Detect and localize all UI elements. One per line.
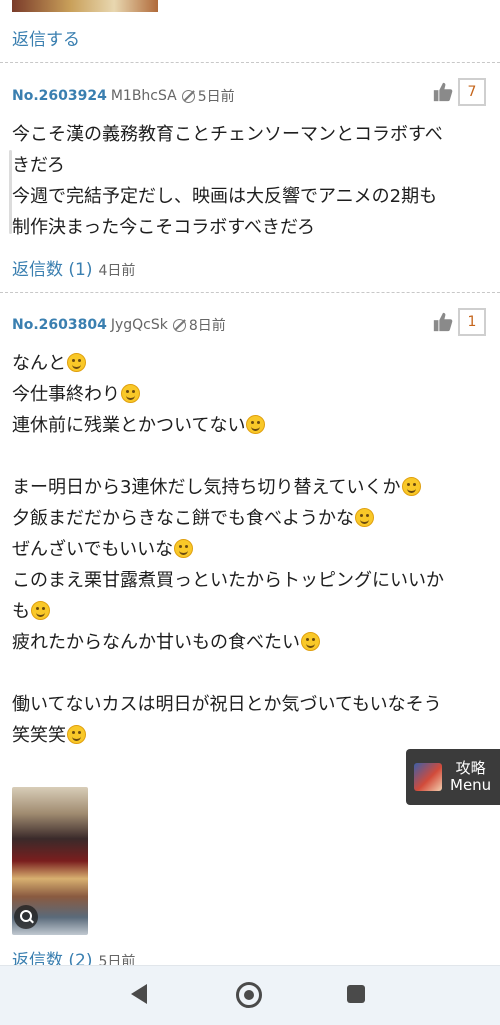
user-id: M1BhcSA: [110, 88, 177, 104]
like-widget[interactable]: 7: [432, 78, 486, 106]
reply-age: 4日前: [98, 263, 136, 279]
smile-emoji-icon: [355, 508, 374, 527]
post-line: ぜんざいでもいいな: [12, 534, 488, 565]
reply-button[interactable]: 返信する: [12, 25, 80, 50]
reply-count-label[interactable]: 返信数 (1): [12, 255, 92, 280]
smile-emoji-icon: [401, 477, 421, 496]
post-line: 働いてないカスは明日が祝日とか気づいてもいなそう: [12, 694, 442, 715]
post-number[interactable]: No.2603924: [12, 88, 107, 104]
post-line: 連休前に残業とかついてない: [12, 410, 488, 441]
post-line: なんと: [12, 348, 488, 379]
post-line: 制作決まった今こそコラボすべきだろ: [12, 217, 315, 238]
reply-count-link[interactable]: 返信数 (1) 4日前: [12, 255, 135, 280]
smile-emoji-icon: [301, 632, 320, 651]
post-body: なんと 今仕事終わり 連休前に残業とかついてない まー明日から3連休だし気持ち切…: [12, 348, 488, 751]
divider: [0, 62, 500, 63]
post-time: 5日前: [197, 89, 235, 105]
character-avatar: [414, 763, 442, 791]
previous-post-image[interactable]: [12, 0, 158, 12]
zoom-in-icon[interactable]: [14, 905, 38, 929]
post-body: 今こそ漢の義務教育ことチェンソーマンとコラボすべ きだろ 今週で完結予定だし、映…: [12, 119, 488, 243]
divider: [0, 292, 500, 293]
post-line: も: [12, 596, 488, 627]
post-line: 笑笑笑: [12, 720, 488, 751]
post-line: 今週で完結予定だし、映画は大反響でアニメの2期も: [12, 186, 438, 207]
smile-emoji-icon: [121, 384, 140, 403]
smile-emoji-icon: [67, 725, 86, 744]
post-header: No.2603804 JygQcSk 8日前: [12, 315, 226, 335]
back-icon[interactable]: [131, 984, 147, 1004]
like-widget[interactable]: 1: [432, 308, 486, 336]
like-count[interactable]: 7: [458, 78, 486, 106]
post-time: 8日前: [188, 318, 226, 334]
post-number[interactable]: No.2603804: [12, 317, 107, 333]
smile-emoji-icon: [246, 415, 266, 434]
post-line: このまえ栗甘露煮買っといたからトッピングにいいか: [12, 570, 444, 591]
like-count[interactable]: 1: [458, 308, 486, 336]
smile-emoji-icon: [67, 353, 86, 372]
recent-apps-icon[interactable]: [347, 985, 365, 1003]
post-line: まー明日から3連休だし気持ち切り替えていくか: [12, 472, 488, 503]
post-line: 今仕事終わり: [12, 379, 488, 410]
block-icon[interactable]: [172, 318, 186, 332]
post-line: 夕飯まだだからきなこ餅でも食べようかな: [12, 503, 488, 534]
guide-menu-button[interactable]: 攻略 Menu: [406, 749, 500, 805]
post-header: No.2603924 M1BhcSA 5日前: [12, 86, 235, 106]
smile-emoji-icon: [174, 539, 194, 558]
block-icon[interactable]: [181, 89, 195, 103]
user-id: JygQcSk: [110, 317, 168, 333]
guide-menu-label: 攻略 Menu: [450, 759, 492, 794]
home-icon[interactable]: [236, 982, 262, 1008]
system-navigation-bar: [0, 965, 500, 1025]
post-line: きだろ: [12, 155, 65, 176]
smile-emoji-icon: [31, 601, 50, 620]
thumbs-up-icon[interactable]: [432, 81, 454, 103]
post-line: 疲れたからなんか甘いもの食べたい: [12, 627, 488, 658]
post-line: 今こそ漢の義務教育ことチェンソーマンとコラボすべ: [12, 124, 443, 145]
thumbs-up-icon[interactable]: [432, 311, 454, 333]
